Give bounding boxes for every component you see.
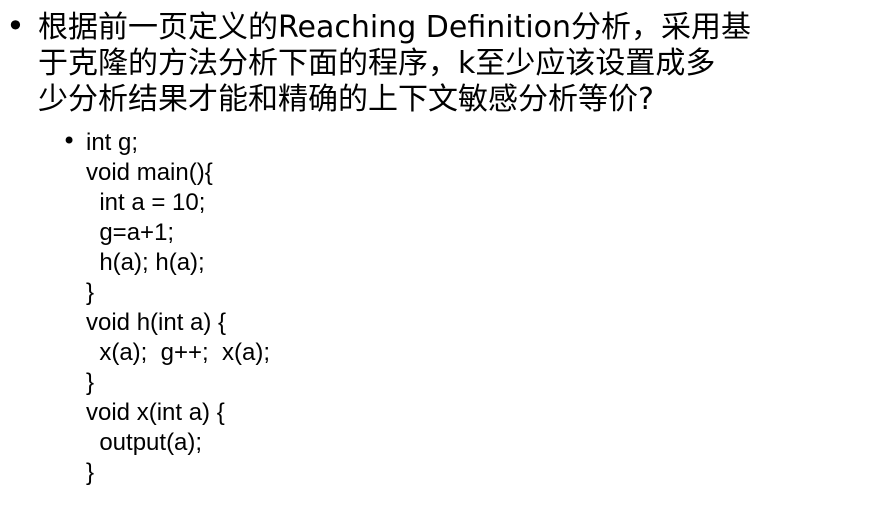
code-line: output(a); <box>86 429 203 456</box>
bullet-point: • <box>6 7 25 45</box>
code-line: } <box>86 279 95 306</box>
slide: • 根据前一页定义的Reaching Definition分析，采用基 于克隆的… <box>0 0 877 515</box>
code-line: int a = 10; <box>86 189 206 216</box>
code-line: void x(int a) { <box>86 399 225 426</box>
code-line: } <box>86 369 95 396</box>
question-line: 于克隆的方法分析下面的程序，k至少应该设置成多 <box>38 46 716 81</box>
question-text: 根据前一页定义的Reaching Definition分析，采用基 于克隆的方法… <box>38 10 866 118</box>
code-line: void h(int a) { <box>86 309 227 336</box>
sub-bullet-point: • <box>62 127 77 155</box>
code-line: h(a); h(a); <box>86 249 205 276</box>
question-line: 少分析结果才能和精确的上下文敏感分析等价? <box>38 82 654 117</box>
question-line: 根据前一页定义的Reaching Definition分析，采用基 <box>38 10 752 45</box>
code-line: g=a+1; <box>86 219 175 246</box>
code-line: } <box>86 459 95 486</box>
code-block: int g; void main(){ int a = 10; g=a+1; h… <box>86 128 270 488</box>
code-line: x(a); g++; x(a); <box>86 339 271 366</box>
code-line: int g; <box>86 129 139 156</box>
code-line: void main(){ <box>86 159 213 186</box>
